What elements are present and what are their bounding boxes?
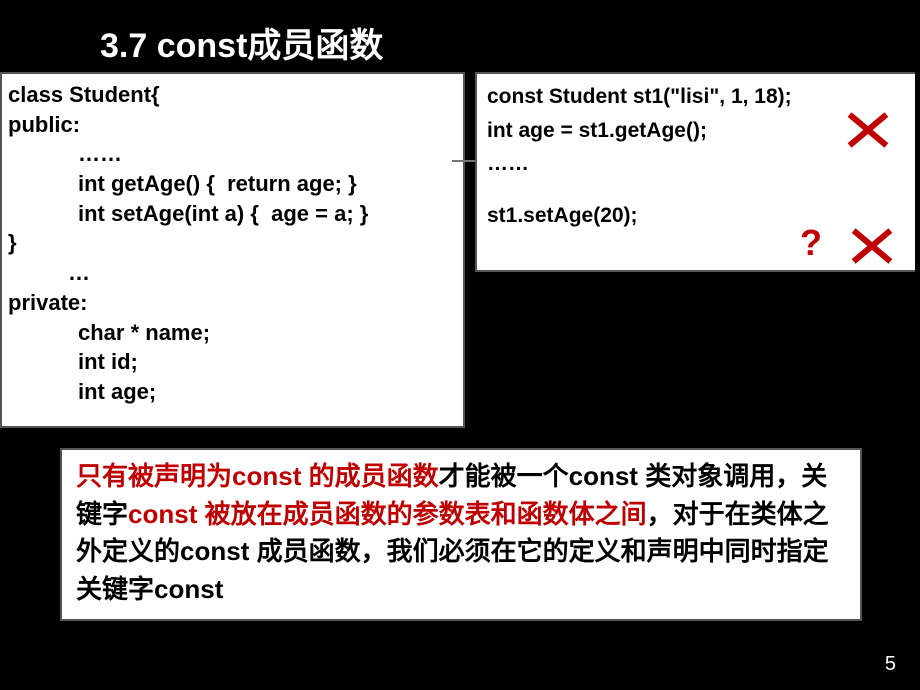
code-line: int getAge() { return age; } — [8, 169, 453, 199]
cross-icon — [848, 110, 888, 150]
code-line: …… — [487, 147, 905, 181]
page-number: 5 — [885, 653, 896, 676]
explain-text: 才能被一个 — [439, 461, 569, 491]
explain-text: 只有被声明为 — [76, 461, 232, 491]
explain-text: 的成员函数 — [309, 461, 439, 491]
explain-text: const — [569, 461, 646, 491]
question-mark: ? — [800, 222, 822, 264]
code-line: class Student{ — [8, 80, 453, 110]
code-line: int age = st1.getAge(); — [487, 114, 905, 148]
code-box-left: class Student{ public: …… int getAge() {… — [0, 72, 465, 428]
code-line: int age; — [8, 377, 453, 407]
code-line: int setAge(int a) { age = a; } — [8, 199, 453, 229]
code-line: const Student st1("lisi", 1, 18); — [487, 80, 905, 114]
code-text: … — [8, 258, 90, 288]
code-line: char * name; — [8, 318, 453, 348]
code-line: } — [8, 228, 453, 258]
slide-title: 3.7 const成员函数 — [0, 0, 920, 79]
explain-text: const — [232, 461, 309, 491]
explain-text: const — [128, 499, 205, 529]
explain-text: const — [154, 574, 223, 604]
code-line: int id; — [8, 347, 453, 377]
code-line: st1.setAge(20); — [487, 199, 905, 233]
code-line: …… — [8, 139, 453, 169]
code-line: private: — [8, 288, 453, 318]
explain-text: const — [180, 536, 257, 566]
code-text: int setAge(int a) { age = a; } — [8, 199, 368, 229]
explanation-box: 只有被声明为const 的成员函数才能被一个const 类对象调用，关键字con… — [60, 448, 862, 621]
cross-icon — [852, 226, 892, 266]
code-box-right: const Student st1("lisi", 1, 18); int ag… — [475, 72, 915, 272]
code-line: public: — [8, 110, 453, 140]
code-line: … — [8, 258, 453, 288]
explain-text: 被放在成员函数的参数表和函数体之间 — [205, 499, 647, 529]
